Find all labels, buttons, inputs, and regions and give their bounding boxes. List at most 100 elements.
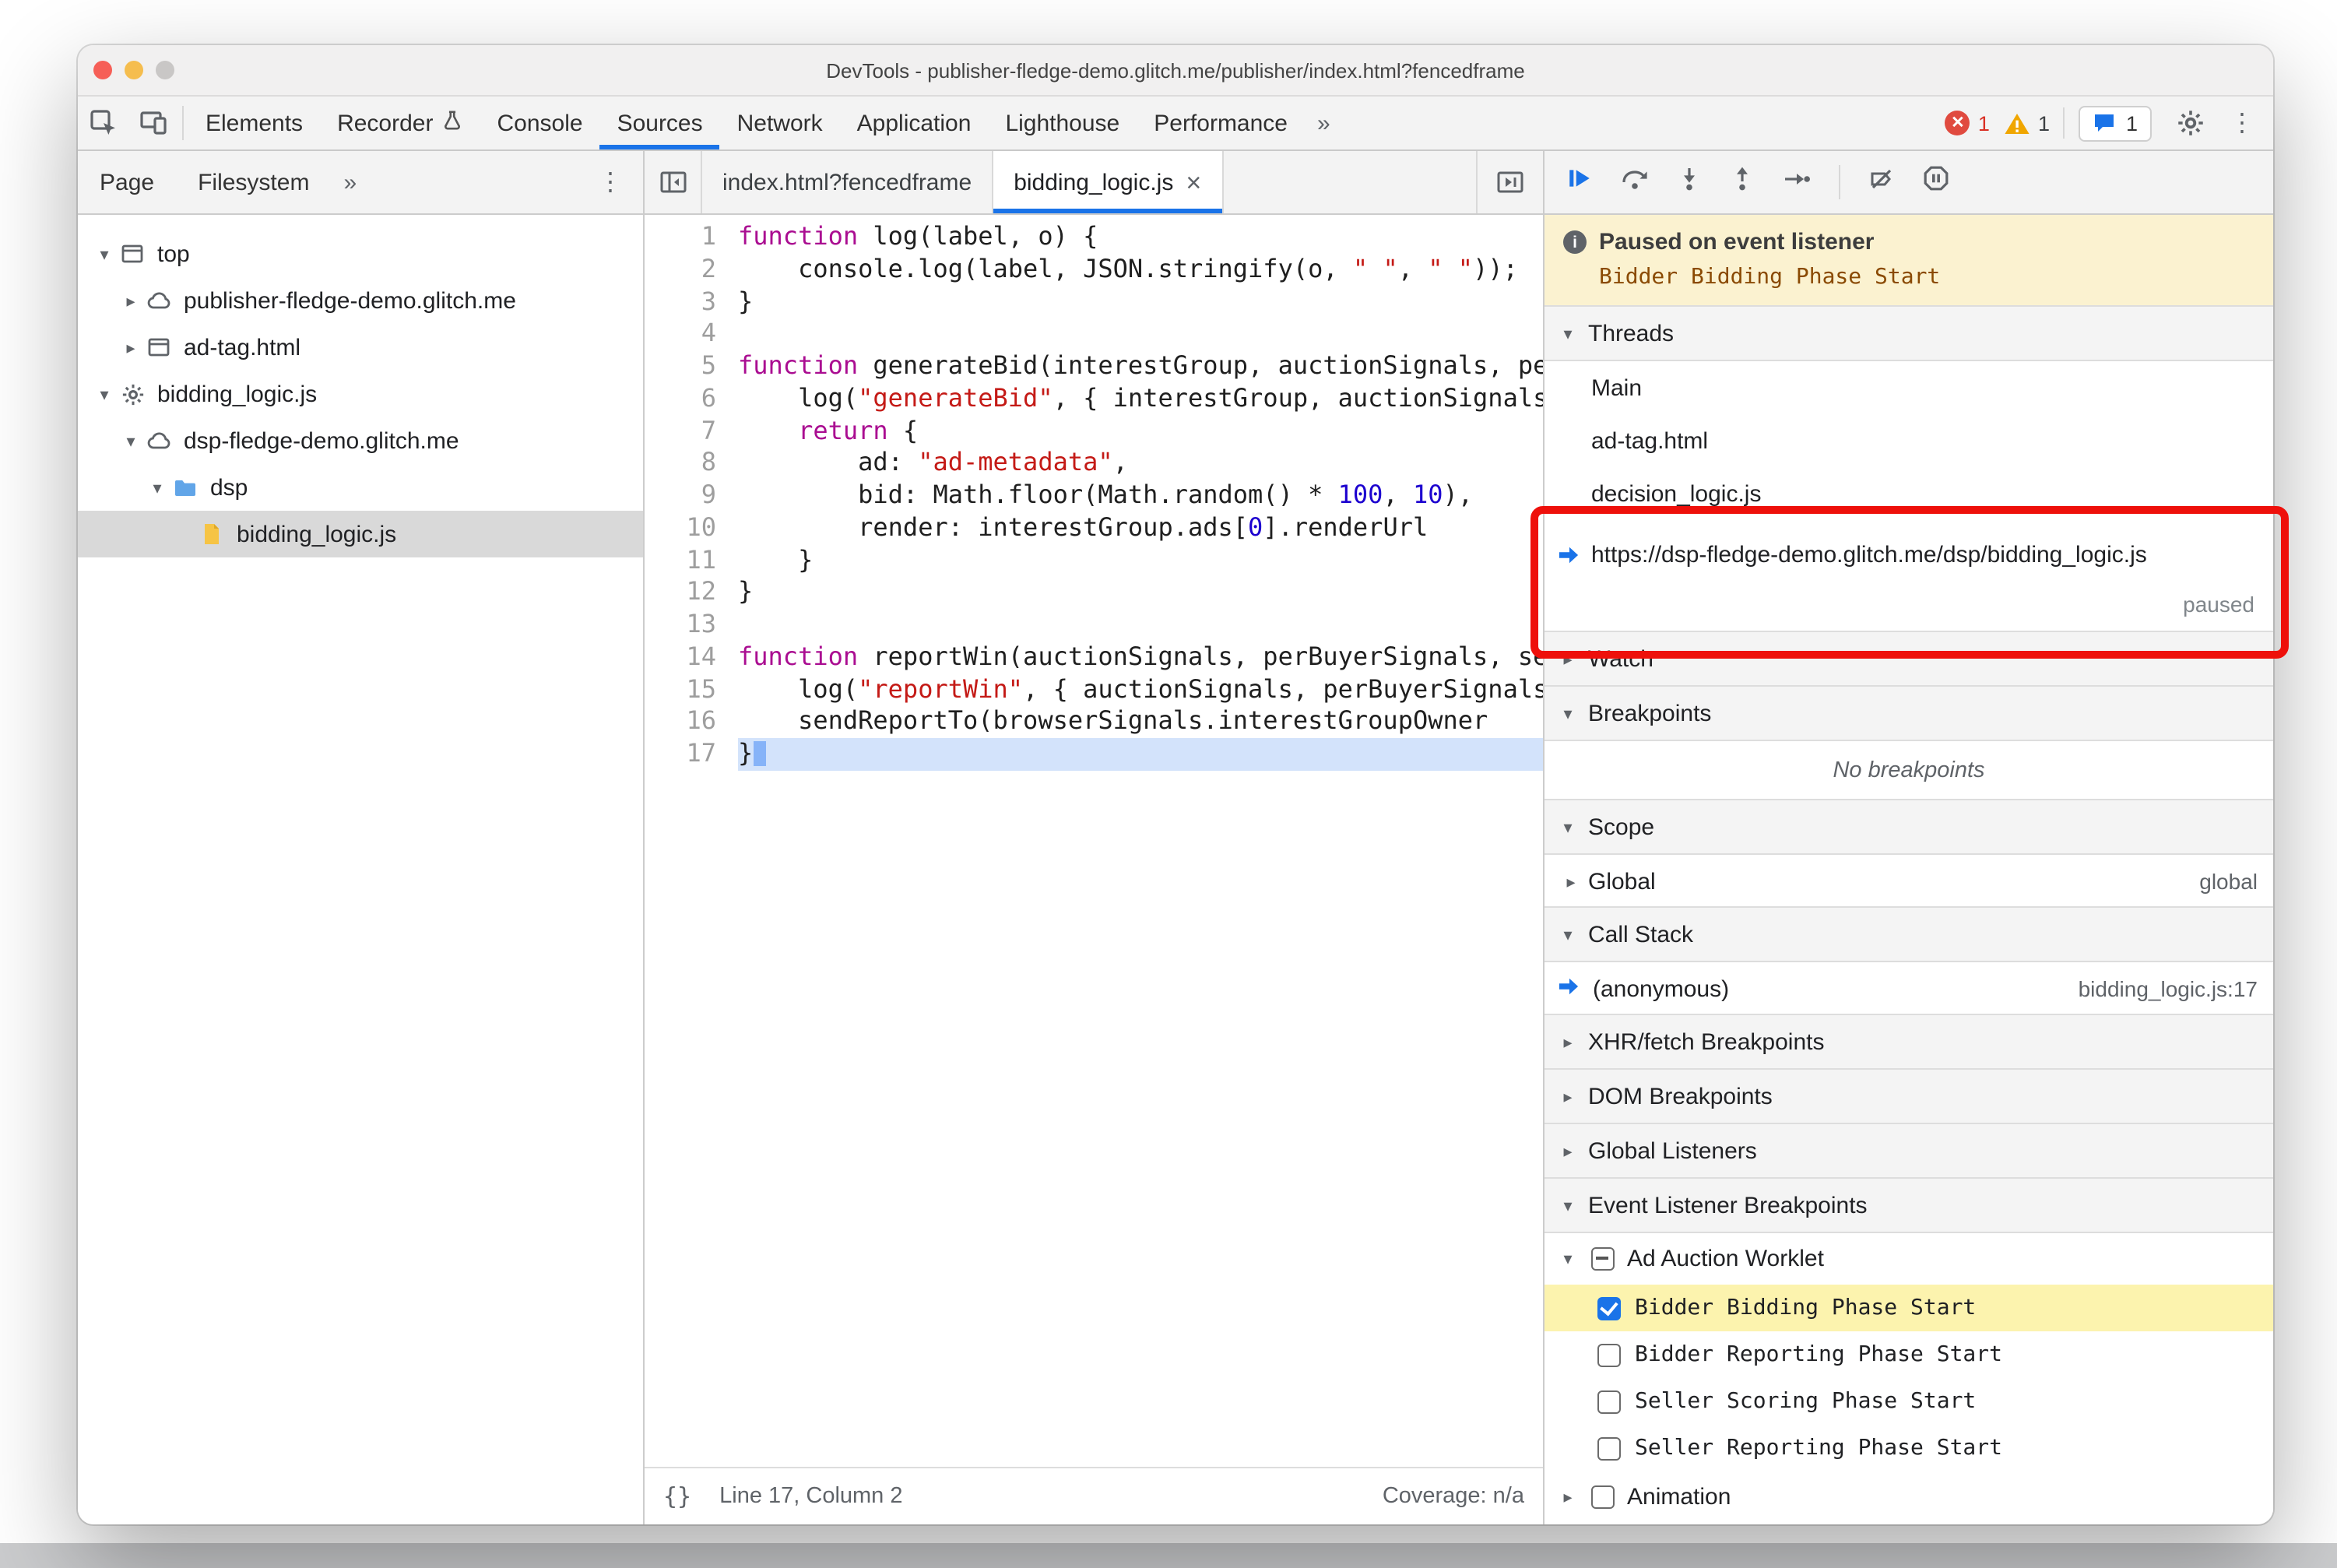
breakpoint-checkbox[interactable] <box>1597 1390 1621 1413</box>
breakpoint-checkbox[interactable] <box>1597 1436 1621 1460</box>
tree-item-ad-tag-html[interactable]: ▸ ad-tag.html <box>78 324 643 371</box>
resume-button[interactable] <box>1566 165 1593 199</box>
deactivate-breakpoints-button[interactable] <box>1868 166 1895 199</box>
line-number[interactable]: 8 <box>645 448 716 480</box>
ad-auction-worklet-checkbox[interactable] <box>1591 1247 1615 1271</box>
listener-breakpoint-seller-scoring-phase-start[interactable]: Seller Scoring Phase Start <box>1545 1378 2273 1425</box>
minimize-window-button[interactable] <box>125 61 143 79</box>
pretty-print-button[interactable]: {} <box>663 1482 691 1510</box>
animation-checkbox[interactable] <box>1591 1485 1615 1509</box>
step-button[interactable] <box>1783 166 1811 199</box>
line-number[interactable]: 17 <box>645 738 716 771</box>
tab-elements[interactable]: Elements <box>188 97 320 149</box>
pause-on-exceptions-button[interactable] <box>1923 165 1949 199</box>
step-into-button[interactable] <box>1677 165 1702 199</box>
code-editor[interactable]: 1 2 3 4 5 6 7 8 9 10 11 12 13 14 15 16 17 function log(l… <box>645 215 1543 1467</box>
breakpoint-checkbox[interactable] <box>1597 1343 1621 1366</box>
tab-page[interactable]: Page <box>78 151 176 213</box>
tree-item-publisher-fledge-demo-glitch-me[interactable]: ▸ publisher-fledge-demo.glitch.me <box>78 277 643 324</box>
line-number[interactable]: 7 <box>645 415 716 448</box>
more-options-kebab-icon[interactable]: ⋮ <box>2230 107 2254 139</box>
section-header-xhr-fetch-breakpoints[interactable]: ▸ XHR/fetch Breakpoints <box>1545 1014 2273 1070</box>
tree-item-dsp[interactable]: ▾ dsp <box>78 464 643 511</box>
error-badge[interactable]: ✕ 1 <box>1945 111 1990 135</box>
tab-recorder[interactable]: Recorder <box>320 97 480 149</box>
listener-category-animation[interactable]: ▸ Animation <box>1545 1471 2273 1523</box>
disclosure-icon[interactable]: ▾ <box>120 431 142 451</box>
tree-item-top[interactable]: ▾ top <box>78 230 643 277</box>
section-header-dom-breakpoints[interactable]: ▸ DOM Breakpoints <box>1545 1068 2273 1124</box>
tree-item-label: top <box>157 241 190 267</box>
close-tab-icon[interactable]: × <box>1186 169 1201 195</box>
tree-item-dsp-fledge-demo-glitch-me[interactable]: ▾ dsp-fledge-demo.glitch.me <box>78 417 643 464</box>
tab-filesystem[interactable]: Filesystem <box>176 151 331 213</box>
line-number[interactable]: 12 <box>645 577 716 610</box>
zoom-window-button[interactable] <box>156 61 174 79</box>
tab-performance[interactable]: Performance <box>1137 97 1305 149</box>
tab-network[interactable]: Network <box>720 97 840 149</box>
tab-application[interactable]: Application <box>840 97 989 149</box>
toggle-navigator-button[interactable] <box>645 151 702 213</box>
navigator-kebab-icon[interactable]: ⋮ <box>578 151 643 213</box>
tree-item-bidding-logic-js[interactable]: bidding_logic.js <box>78 511 643 557</box>
listener-breakpoint-bidder-bidding-phase-start[interactable]: Bidder Bidding Phase Start <box>1545 1285 2273 1331</box>
paused-thread-row[interactable]: https://dsp-fledge-demo.glitch.me/dsp/bi… <box>1545 520 2273 632</box>
line-number[interactable]: 10 <box>645 512 716 545</box>
line-number[interactable]: 5 <box>645 350 716 383</box>
issues-button[interactable]: 1 <box>2079 105 2152 141</box>
section-header-threads[interactable]: ▾ Threads <box>1545 305 2273 361</box>
tab-console[interactable]: Console <box>480 97 599 149</box>
device-toolbar-button[interactable] <box>128 97 177 149</box>
disclosure-icon[interactable]: ▾ <box>93 384 115 404</box>
window-title: DevTools - publisher-fledge-demo.glitch.… <box>826 58 1525 82</box>
disclosure-icon[interactable]: ▸ <box>1557 1487 1579 1507</box>
line-number[interactable]: 2 <box>645 254 716 287</box>
more-panels-chevron[interactable]: » <box>1305 97 1343 149</box>
warning-badge[interactable]: 1 <box>2004 111 2050 135</box>
editor-tab-bidding-logic-js[interactable]: bidding_logic.js × <box>993 151 1224 213</box>
line-number[interactable]: 11 <box>645 544 716 577</box>
section-header-scope[interactable]: ▾ Scope <box>1545 799 2273 855</box>
section-header-event-listener-breakpoints[interactable]: ▾ Event Listener Breakpoints <box>1545 1177 2273 1233</box>
thread-item-main[interactable]: Main <box>1545 361 2273 414</box>
line-number[interactable]: 4 <box>645 318 716 351</box>
listener-category-ad-auction-worklet[interactable]: ▾ Ad Auction Worklet <box>1545 1233 2273 1285</box>
more-navigator-tabs-chevron[interactable]: » <box>331 151 369 213</box>
step-out-button[interactable] <box>1730 165 1755 199</box>
disclosure-icon[interactable]: ▾ <box>146 477 168 497</box>
disclosure-icon[interactable]: ▾ <box>93 244 115 264</box>
tree-item-bidding-logic-js[interactable]: ▾ bidding_logic.js <box>78 371 643 417</box>
breakpoint-checkbox[interactable] <box>1597 1296 1621 1320</box>
line-number[interactable]: 1 <box>645 221 716 254</box>
thread-item-decision-logic-js[interactable]: decision_logic.js <box>1545 467 2273 520</box>
disclosure-icon[interactable]: ▾ <box>1557 1249 1579 1269</box>
editor-extra-button[interactable] <box>1476 151 1543 213</box>
listener-breakpoint-seller-reporting-phase-start[interactable]: Seller Reporting Phase Start <box>1545 1425 2273 1471</box>
section-header-global-listeners[interactable]: ▸ Global Listeners <box>1545 1123 2273 1179</box>
scope-item-global[interactable]: ▸ Global global <box>1545 855 2273 908</box>
listener-breakpoint-bidder-reporting-phase-start[interactable]: Bidder Reporting Phase Start <box>1545 1331 2273 1378</box>
section-header-watch[interactable]: ▸ Watch <box>1545 631 2273 687</box>
close-window-button[interactable] <box>93 61 112 79</box>
line-number[interactable]: 6 <box>645 383 716 416</box>
inspect-element-button[interactable] <box>78 97 128 149</box>
line-number[interactable]: 15 <box>645 673 716 706</box>
line-number[interactable]: 13 <box>645 609 716 642</box>
step-over-button[interactable] <box>1621 166 1649 199</box>
line-number[interactable]: 16 <box>645 706 716 739</box>
disclosure-icon[interactable]: ▸ <box>120 290 142 311</box>
tab-sources[interactable]: Sources <box>599 97 720 149</box>
tab-lighthouse[interactable]: Lighthouse <box>988 97 1137 149</box>
thread-item-ad-tag-html[interactable]: ad-tag.html <box>1545 414 2273 467</box>
disclosure-icon[interactable]: ▸ <box>1560 871 1582 891</box>
settings-button[interactable] <box>2166 109 2216 137</box>
section-header-call-stack[interactable]: ▾ Call Stack <box>1545 906 2273 962</box>
line-number[interactable]: 14 <box>645 642 716 674</box>
line-number[interactable]: 3 <box>645 286 716 318</box>
section-header-breakpoints[interactable]: ▾ Breakpoints <box>1545 685 2273 741</box>
call-stack-frame[interactable]: (anonymous) bidding_logic.js:17 <box>1545 962 2273 1015</box>
editor-tab-index-html-fencedframe[interactable]: index.html?fencedframe <box>702 151 994 213</box>
listener-category-canvas[interactable]: ▸Canvas <box>1545 1523 2273 1524</box>
line-number[interactable]: 9 <box>645 480 716 512</box>
disclosure-icon[interactable]: ▸ <box>120 337 142 357</box>
